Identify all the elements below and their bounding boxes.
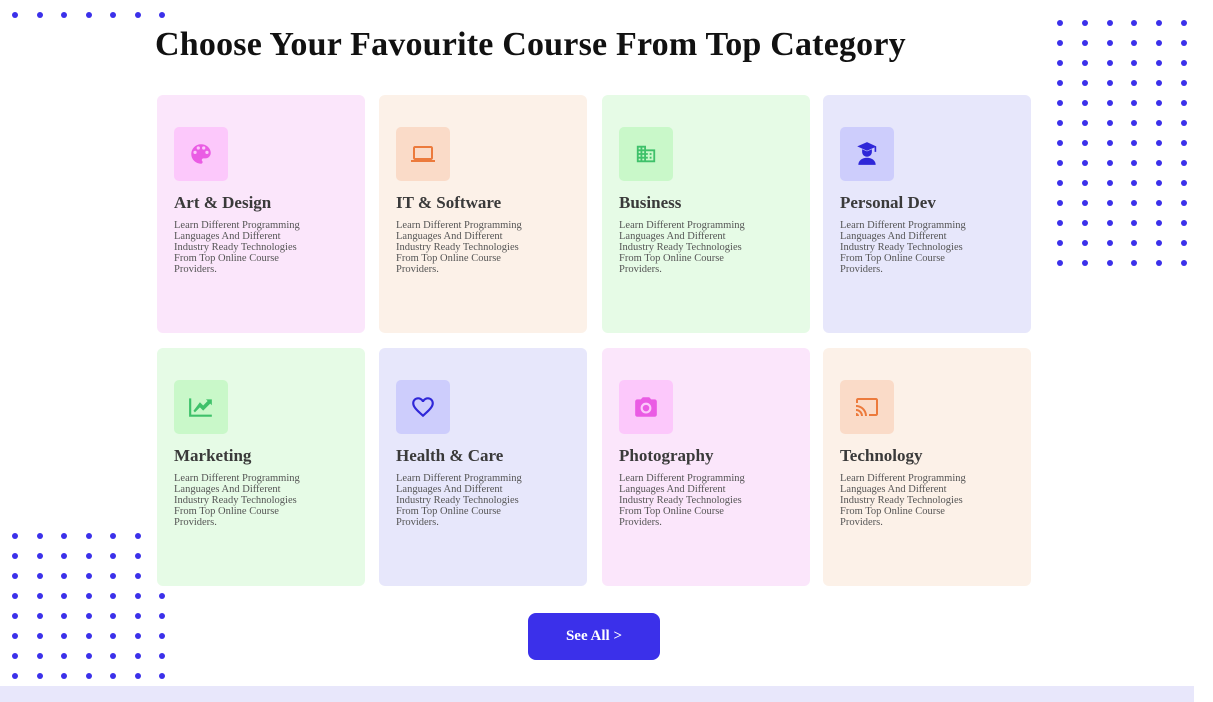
- page-title: Choose Your Favourite Course From Top Ca…: [155, 26, 906, 63]
- laptop-icon: [411, 146, 435, 162]
- card-description: Learn Different Programming Languages An…: [840, 473, 966, 528]
- card-description: Learn Different Programming Languages An…: [619, 220, 745, 275]
- category-card-health-care[interactable]: Health & Care Learn Different Programmin…: [379, 348, 587, 586]
- card-title: Business: [619, 193, 682, 212]
- icon-box: [840, 127, 894, 181]
- card-title: Health & Care: [396, 446, 504, 465]
- category-card-art-design[interactable]: Art & Design Learn Different Programming…: [157, 95, 365, 333]
- see-all-button[interactable]: See All >: [528, 613, 660, 660]
- card-description: Learn Different Programming Languages An…: [396, 220, 522, 275]
- card-title: Technology: [840, 446, 923, 465]
- palette-icon: [191, 144, 211, 164]
- card-title: Marketing: [174, 446, 252, 465]
- card-description: Learn Different Programming Languages An…: [840, 220, 966, 275]
- card-title: Art & Design: [174, 193, 272, 212]
- footer-band: [0, 686, 1194, 702]
- icon-box: [396, 380, 450, 434]
- camera-icon: [635, 397, 657, 417]
- icon-box: [840, 380, 894, 434]
- category-card-it-software[interactable]: IT & Software Learn Different Programmin…: [379, 95, 587, 333]
- card-title: Photography: [619, 446, 714, 465]
- category-card-marketing[interactable]: Marketing Learn Different Programming La…: [157, 348, 365, 586]
- graduate-icon: [857, 142, 877, 165]
- icon-box: [619, 380, 673, 434]
- card-title: Personal Dev: [840, 193, 936, 212]
- category-card-personal-dev[interactable]: Personal Dev Learn Different Programming…: [823, 95, 1031, 333]
- card-description: Learn Different Programming Languages An…: [174, 473, 300, 528]
- building-icon: [636, 145, 656, 163]
- cast-icon: [856, 398, 878, 416]
- heart-icon: [412, 397, 434, 418]
- card-description: Learn Different Programming Languages An…: [396, 473, 522, 528]
- card-description: Learn Different Programming Languages An…: [174, 220, 300, 275]
- category-card-business[interactable]: Business Learn Different Programming Lan…: [602, 95, 810, 333]
- category-card-photography[interactable]: Photography Learn Different Programming …: [602, 348, 810, 586]
- card-title: IT & Software: [396, 193, 502, 212]
- card-description: Learn Different Programming Languages An…: [619, 473, 745, 528]
- category-card-technology[interactable]: Technology Learn Different Programming L…: [823, 348, 1031, 586]
- icon-box: [619, 127, 673, 181]
- icon-box: [174, 380, 228, 434]
- trending-up-icon: [189, 398, 212, 417]
- icon-box: [396, 127, 450, 181]
- icon-box: [174, 127, 228, 181]
